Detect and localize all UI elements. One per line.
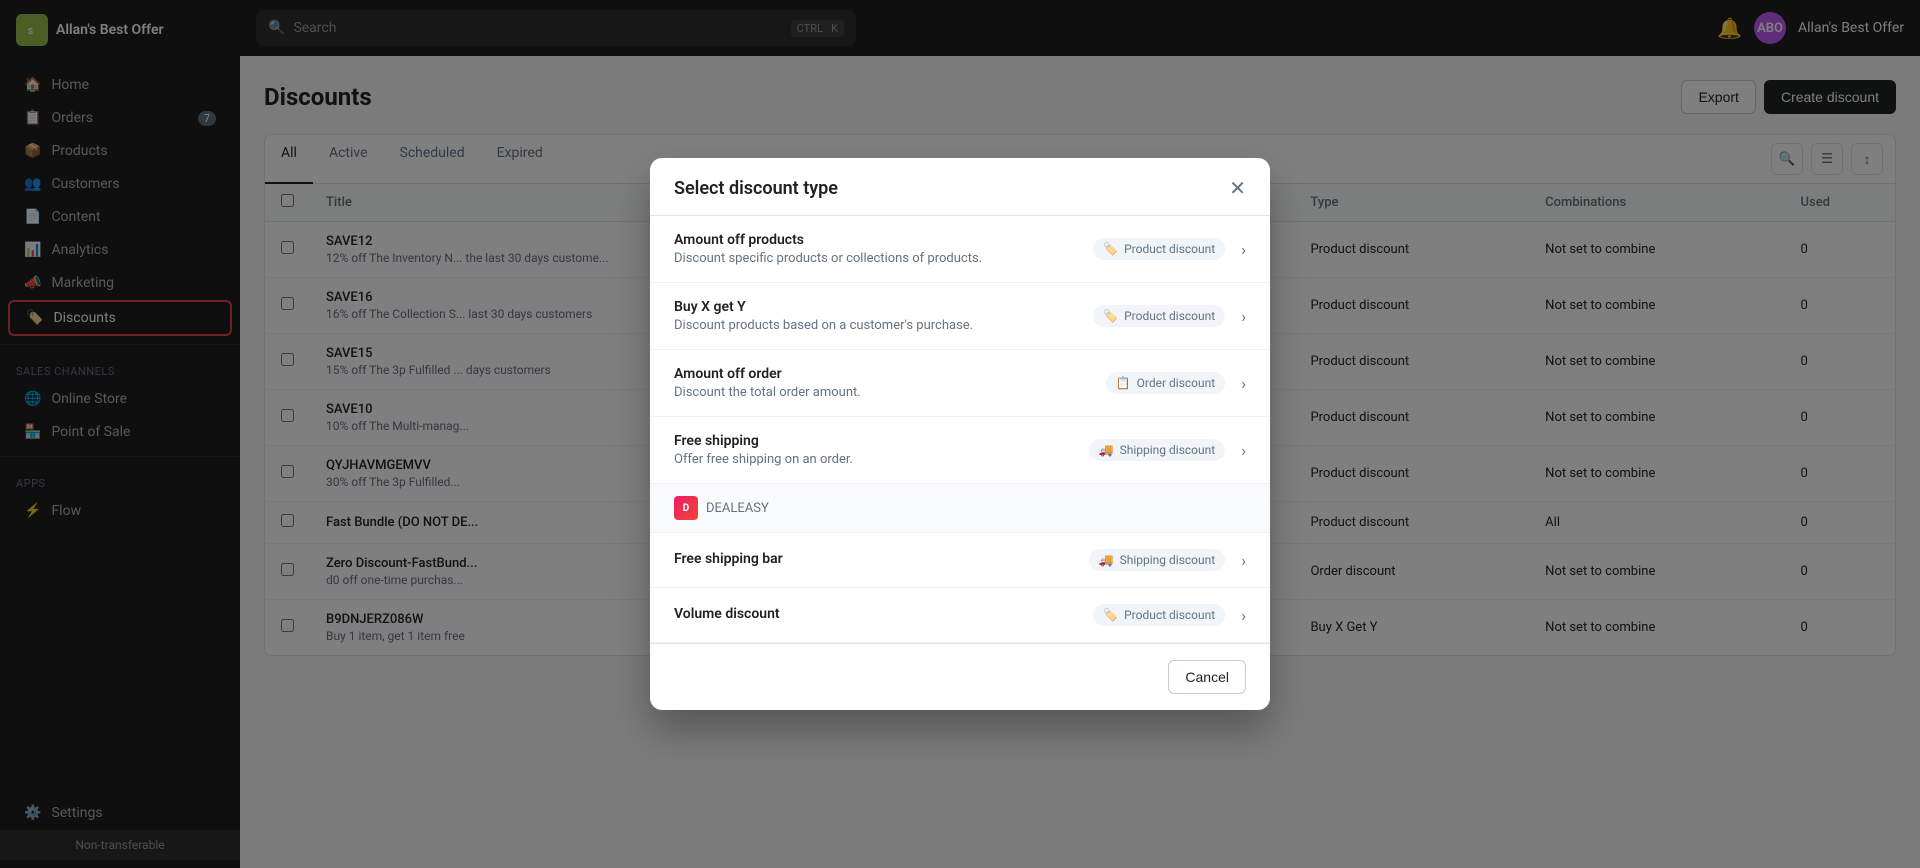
dealeasy-icon: D	[674, 496, 698, 520]
discount-option-content: Free shipping bar	[674, 551, 1073, 570]
discount-option-volume-discount[interactable]: Volume discount 🏷️ Product discount ›	[650, 588, 1270, 643]
chevron-right-icon: ›	[1241, 441, 1246, 460]
discount-option-buy-x-get-y[interactable]: Buy X get Y Discount products based on a…	[650, 283, 1270, 350]
discount-option-content: Free shipping Offer free shipping on an …	[674, 433, 1073, 467]
discount-option-amount-off-products[interactable]: Amount off products Discount specific pr…	[650, 216, 1270, 283]
product-discount-badge-2: 🏷️ Product discount	[1093, 305, 1225, 327]
product-discount-badge-1: 🏷️ Product discount	[1093, 238, 1225, 260]
chevron-right-icon: ›	[1241, 606, 1246, 625]
discount-option-desc: Discount products based on a customer's …	[674, 318, 1077, 333]
order-discount-badge: 📋 Order discount	[1106, 372, 1226, 394]
dealeasy-header: D DEALEASY	[674, 496, 1246, 520]
discount-option-desc: Discount the total order amount.	[674, 385, 1090, 400]
cancel-button[interactable]: Cancel	[1168, 660, 1246, 694]
discount-option-content: Buy X get Y Discount products based on a…	[674, 299, 1077, 333]
modal-close-button[interactable]: ✕	[1229, 179, 1246, 199]
discount-option-content: Amount off order Discount the total orde…	[674, 366, 1090, 400]
modal-title: Select discount type	[674, 178, 838, 199]
discount-option-amount-off-order[interactable]: Amount off order Discount the total orde…	[650, 350, 1270, 417]
chevron-right-icon: ›	[1241, 551, 1246, 570]
shipping-icon: 🚚	[1099, 443, 1114, 457]
tag-icon: 🏷️	[1103, 242, 1118, 256]
discount-option-title: Amount off order	[674, 366, 1090, 382]
discount-option-title: Volume discount	[674, 606, 1077, 622]
dealeasy-section: D DEALEASY	[650, 484, 1270, 533]
modal-overlay[interactable]: Select discount type ✕ Amount off produc…	[0, 0, 1920, 868]
product-discount-badge-3: 🏷️ Product discount	[1093, 604, 1225, 626]
chevron-right-icon: ›	[1241, 307, 1246, 326]
discount-option-free-shipping-bar[interactable]: Free shipping bar 🚚 Shipping discount ›	[650, 533, 1270, 588]
tag-icon: 🏷️	[1103, 309, 1118, 323]
discount-option-title: Free shipping bar	[674, 551, 1073, 567]
discount-option-content: Volume discount	[674, 606, 1077, 625]
shipping-discount-badge-2: 🚚 Shipping discount	[1089, 549, 1226, 571]
modal-header: Select discount type ✕	[650, 158, 1270, 216]
chevron-right-icon: ›	[1241, 240, 1246, 259]
discount-option-free-shipping[interactable]: Free shipping Offer free shipping on an …	[650, 417, 1270, 484]
discount-option-desc: Discount specific products or collection…	[674, 251, 1077, 266]
chevron-right-icon: ›	[1241, 374, 1246, 393]
modal-footer: Cancel	[650, 643, 1270, 710]
discount-option-title: Free shipping	[674, 433, 1073, 449]
discount-option-content: Amount off products Discount specific pr…	[674, 232, 1077, 266]
order-icon: 📋	[1116, 376, 1131, 390]
select-discount-type-modal: Select discount type ✕ Amount off produc…	[650, 158, 1270, 710]
modal-body: Amount off products Discount specific pr…	[650, 216, 1270, 643]
shipping-discount-badge-1: 🚚 Shipping discount	[1089, 439, 1226, 461]
tag-icon: 🏷️	[1103, 608, 1118, 622]
shipping-icon: 🚚	[1099, 553, 1114, 567]
discount-option-title: Buy X get Y	[674, 299, 1077, 315]
discount-option-desc: Offer free shipping on an order.	[674, 452, 1073, 467]
discount-option-title: Amount off products	[674, 232, 1077, 248]
dealeasy-label: DEALEASY	[706, 501, 769, 516]
